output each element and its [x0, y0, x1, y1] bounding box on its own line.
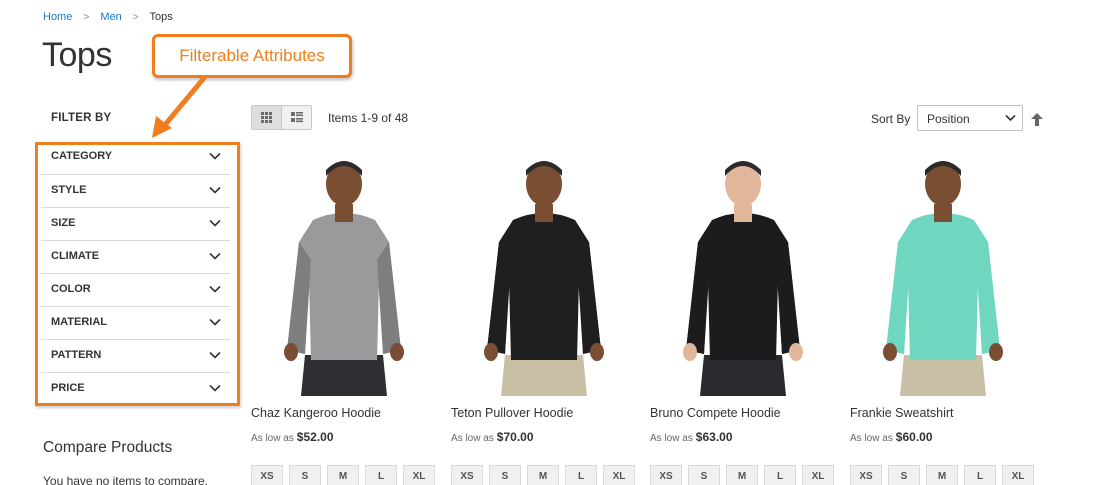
size-swatch[interactable]: XL	[1002, 465, 1034, 485]
size-swatch[interactable]: S	[489, 465, 521, 485]
size-swatch[interactable]: XS	[251, 465, 283, 485]
product-price: As low as $60.00	[850, 430, 933, 444]
size-swatch[interactable]: M	[327, 465, 359, 485]
price-prefix: As low as	[850, 433, 893, 444]
callout-text: Filterable Attributes	[179, 46, 325, 65]
filter-option-label: CATEGORY	[51, 150, 113, 162]
chevron-down-icon	[209, 384, 221, 392]
size-swatch[interactable]: L	[565, 465, 597, 485]
items-count: Items 1-9 of 48	[328, 111, 409, 125]
product-image[interactable]	[251, 150, 437, 396]
list-icon	[291, 112, 303, 123]
product-name-link[interactable]: Bruno Compete Hoodie	[650, 406, 781, 420]
breadcrumb-home-link[interactable]: Home	[43, 11, 72, 23]
price-value: $60.00	[895, 430, 933, 444]
product-price: As low as $52.00	[251, 430, 334, 444]
filter-option-size[interactable]: SIZE	[41, 207, 230, 240]
breadcrumb: Home > Men > Tops	[43, 11, 173, 23]
filter-option-color[interactable]: COLOR	[41, 273, 230, 306]
size-swatch[interactable]: S	[688, 465, 720, 485]
filter-option-category[interactable]: CATEGORY	[41, 141, 230, 174]
chevron-down-icon	[209, 219, 221, 227]
product-name-link[interactable]: Frankie Sweatshirt	[850, 406, 954, 420]
filter-option-material[interactable]: MATERIAL	[41, 306, 230, 339]
price-prefix: As low as	[650, 433, 693, 444]
product-name-link[interactable]: Teton Pullover Hoodie	[451, 406, 573, 420]
product-image[interactable]	[850, 150, 1036, 396]
page-title: Tops	[42, 36, 112, 74]
price-prefix: As low as	[251, 433, 294, 444]
breadcrumb-men-link[interactable]: Men	[100, 11, 121, 23]
filter-option-label: SIZE	[51, 217, 76, 229]
grid-view-button[interactable]	[251, 105, 282, 130]
size-swatch[interactable]: M	[926, 465, 958, 485]
size-swatch[interactable]: XS	[451, 465, 483, 485]
filter-by-title: FILTER BY	[51, 112, 112, 124]
size-swatches: XS S M L XL	[850, 465, 1034, 485]
size-swatch[interactable]: L	[964, 465, 996, 485]
filter-option-label: MATERIAL	[51, 316, 108, 328]
size-swatch[interactable]: M	[527, 465, 559, 485]
filter-option-climate[interactable]: CLIMATE	[41, 240, 230, 273]
product-price: As low as $63.00	[650, 430, 733, 444]
product-name-link[interactable]: Chaz Kangeroo Hoodie	[251, 406, 381, 420]
sort-by-select[interactable]: Position	[917, 105, 1023, 131]
size-swatch[interactable]: XS	[850, 465, 882, 485]
chevron-down-icon	[209, 285, 221, 293]
chevron-down-icon	[209, 152, 221, 160]
filter-option-label: COLOR	[51, 283, 91, 295]
filter-option-label: CLIMATE	[51, 250, 100, 262]
size-swatch[interactable]: L	[764, 465, 796, 485]
size-swatch[interactable]: XL	[603, 465, 635, 485]
size-swatches: XS S M L XL	[251, 465, 435, 485]
chevron-down-icon	[209, 351, 221, 359]
sort-by-label: Sort By	[871, 112, 911, 126]
filter-option-price[interactable]: PRICE	[41, 372, 230, 405]
price-value: $70.00	[496, 430, 534, 444]
filter-option-label: STYLE	[51, 184, 87, 196]
list-view-button[interactable]	[281, 105, 312, 130]
page: Home > Men > Tops Tops Filterable Attrib…	[0, 0, 1087, 485]
size-swatch[interactable]: S	[289, 465, 321, 485]
chevron-down-icon	[209, 252, 221, 260]
chevron-down-icon	[209, 318, 221, 326]
breadcrumb-current: Tops	[149, 11, 173, 23]
grid-icon	[261, 112, 272, 123]
product-image[interactable]	[650, 150, 836, 396]
callout-arrow-icon	[152, 75, 207, 138]
size-swatches: XS S M L XL	[451, 465, 635, 485]
compare-empty-message: You have no items to compare.	[43, 474, 208, 485]
breadcrumb-separator: >	[132, 12, 139, 23]
sort-by-value: Position	[927, 112, 970, 126]
filter-option-style[interactable]: STYLE	[41, 174, 230, 207]
size-swatch[interactable]: XL	[403, 465, 435, 485]
size-swatch[interactable]: XL	[802, 465, 834, 485]
size-swatch[interactable]: S	[888, 465, 920, 485]
filter-option-label: PRICE	[51, 382, 85, 394]
chevron-down-icon	[209, 186, 221, 194]
size-swatches: XS S M L XL	[650, 465, 834, 485]
price-value: $63.00	[695, 430, 733, 444]
price-prefix: As low as	[451, 433, 494, 444]
compare-products-title: Compare Products	[43, 439, 173, 456]
size-swatch[interactable]: M	[726, 465, 758, 485]
size-swatch[interactable]: XS	[650, 465, 682, 485]
price-value: $52.00	[296, 430, 334, 444]
breadcrumb-separator: >	[83, 12, 90, 23]
chevron-down-icon	[1005, 114, 1016, 122]
product-image[interactable]	[451, 150, 637, 396]
size-swatch[interactable]: L	[365, 465, 397, 485]
sort-direction-arrow-icon[interactable]	[1031, 113, 1043, 126]
filter-option-pattern[interactable]: PATTERN	[41, 339, 230, 372]
filter-option-label: PATTERN	[51, 349, 102, 361]
product-price: As low as $70.00	[451, 430, 534, 444]
